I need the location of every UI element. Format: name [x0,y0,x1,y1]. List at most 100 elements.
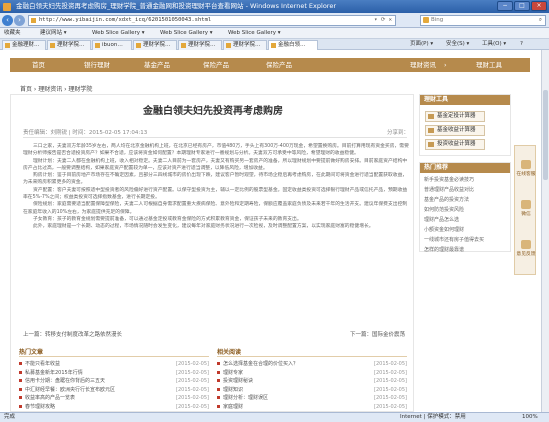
tab-favicon-icon [136,43,141,48]
feedback-icon [521,240,531,249]
safety-menu[interactable]: 安全(S) ▾ [446,39,469,50]
online-service-button[interactable]: 在线客服 [515,160,537,177]
list-item[interactable]: 理财知识 [2015-02-05] [217,386,407,395]
article-paragraph: 购房计划：鉴于目前房地产市场存在不确定因素，且部分三四线城市的房价出现下跌，建议… [23,173,408,186]
tab-bar: 金融理财… 理财学院… ibuon… 理财学院… 理财学院… 理财学院… 金融白… [0,39,549,50]
list-item[interactable]: 中汇财经早餐：欧洲央行行长宣布欧元区 [2015-02-05] [19,386,209,395]
tab-6[interactable]: 理财学院… [223,40,267,50]
fund-investment-calculator-button[interactable]: 基金定投计算器 [425,111,485,122]
investment-return-calculator-button[interactable]: 投资收益计算器 [425,139,485,150]
nav-home[interactable]: 首页 [32,58,45,72]
article-title: 金融白领夫妇先投资再考虑购房 [143,106,283,117]
site-favicon-icon [31,18,36,23]
maximize-button[interactable]: □ [514,1,530,11]
nav-fund-products[interactable]: 基金产品 [144,58,170,72]
tab-label: ibuon… [102,42,123,48]
favorites-button[interactable]: 收藏夹 [4,28,21,39]
sidebar: 理财工具 基金定投计算器 基金收益计算器 投资收益计算器 热门推荐 新手投资基金… [419,94,511,253]
article-body: 三口之家，夫妻双方年龄35岁左右，两人均在北京金融机构上班，在北京已经有房产，市… [23,143,411,231]
sidebar-link[interactable]: 一线城市还有房子值得去买 [424,235,484,245]
calculator-icon [428,114,434,119]
bullet-icon [217,396,220,399]
favorites-item-web-slice-2[interactable]: Web Slice Gallery ▾ [160,28,213,39]
article-paragraph: 资产配置：客户夫妻可按照适中型投资者的风险偏好进行资产配置。以保守型投资为主，辅… [23,187,408,201]
tab-4[interactable]: 理财学院… [133,40,177,50]
breadcrumb[interactable]: 首页 › 理财资讯 › 理财学院 [20,84,92,93]
tab-label: 金融白领… [278,42,306,48]
tab-1[interactable]: 金融理财… [2,40,46,50]
tab-3[interactable]: ibuon… [92,40,132,50]
favorites-item-web-slice-3[interactable]: Web Slice Gallery ▾ [228,28,281,39]
tab-label: 理财学院… [143,42,171,48]
list-item[interactable]: 信用卡分期：盘踞在你背后的三五天 [2015-02-05] [19,377,209,386]
help-menu[interactable]: ? [520,39,523,50]
tab-favicon-icon [181,43,186,48]
tab-label: 理财学院… [233,42,261,48]
minimize-button[interactable]: − [497,1,513,11]
address-toolbar: ‹ › http://www.yibaijin.com/xdxt_icq/620… [0,13,549,28]
search-icon[interactable]: ⌕ [539,16,542,25]
bullet-icon [19,362,22,365]
close-button[interactable]: × [531,1,547,11]
sidebar-link[interactable]: 新手投资基金必读技巧 [424,175,484,185]
sidebar-link[interactable]: 理财产品怎么选 [424,215,484,225]
tab-label: 理财学院… [188,42,216,48]
share-label[interactable]: 分享到： [387,128,409,136]
nav-insurance-1[interactable]: 保险产品 [203,58,229,72]
favorites-bar: 收藏夹 建议网站 ▾ Web Slice Gallery ▾ Web Slice… [0,28,549,39]
nav-insurance-2[interactable]: 保险产品 [266,58,292,72]
list-item[interactable]: 收益率高的产品一览表 [2015-02-05] [19,394,209,403]
article-paragraph: 理财计划：夫妻二人都在金融机构上班，收入相对稳定。夫妻二人目前为一套房产，夫妻又… [23,158,408,171]
sidebar-link[interactable]: 怎样的理财最靠谱 [424,245,484,255]
feedback-button[interactable]: 意见反馈 [515,240,537,257]
tab-favicon-icon [271,43,276,48]
list-item[interactable]: 家庭理财 [2015-02-05] [217,403,407,412]
next-article-link[interactable]: 下一篇：国际金价震荡 [350,330,405,338]
sidebar-link[interactable]: 小额资金如何理财 [424,225,484,235]
scrollbar-thumb[interactable] [543,90,548,180]
bullet-icon [217,387,220,391]
search-input[interactable]: Bing ⌕ [420,15,546,26]
window-title-bar: 金融白领夫妇先投资再考虑购房_理财学院_普通金融网和投资理财平台查看网站 - W… [0,0,549,13]
page-viewport: 首页 银行理财 基金产品 保险产品 保险产品 理财资讯 › 理财工具 首页 › … [0,50,541,412]
tab-7-active[interactable]: 金融白领… [268,40,318,50]
article-panel: 金融白领夫妇先投资再考虑购房 责任编辑：刘刚锐 | 时间：2015-02-05 … [10,94,414,412]
bullet-icon [19,370,22,374]
back-icon[interactable]: ‹ [2,15,13,26]
sidebar-link[interactable]: 普通理财产品收益对比 [424,185,484,195]
tab-2[interactable]: 理财学院… [47,40,91,50]
floating-toolbar: 在线客服 微信 意见反馈 [514,145,536,275]
address-url: http://www.yibaijin.com/xdxt_icq/6201501… [39,17,212,23]
forward-icon[interactable]: › [14,15,25,26]
zoom-level[interactable]: 100% [522,413,538,422]
prev-article-link[interactable]: 上一篇：转移支付制度改革之路依然漫长 [23,330,122,338]
sidebar-link[interactable]: 如何防范投资风险 [424,205,484,215]
address-input[interactable]: http://www.yibaijin.com/xdxt_icq/6201501… [28,15,396,26]
nav-bank-finance[interactable]: 银行理财 [84,58,110,72]
address-tools[interactable]: ▾ ⟳ ✕ [374,16,392,25]
tools-menu[interactable]: 工具(O) ▾ [482,39,506,50]
list-item[interactable]: 不能只看年收益 [2015-02-05] [19,360,209,369]
page-menu[interactable]: 页面(P) ▾ [410,39,433,50]
window-controls: − □ × [497,1,547,11]
nav-finance-tools[interactable]: 理财工具 [476,58,502,72]
list-item[interactable]: 理财分析：理财误区 [2015-02-05] [217,394,407,403]
bullet-icon [217,370,220,374]
bullet-icon [19,404,22,408]
list-item[interactable]: 春节理财攻略 [2015-02-05] [19,403,209,412]
nav-finance-news[interactable]: 理财资讯 [410,58,436,72]
list-item[interactable]: 投资理财秘诀 [2015-02-05] [217,377,407,386]
vertical-scrollbar[interactable] [541,50,549,412]
fund-return-calculator-button[interactable]: 基金收益计算器 [425,125,485,136]
tab-favicon-icon [95,43,100,48]
sidebar-link[interactable]: 基金产品的投资方法 [424,195,484,205]
list-item[interactable]: 怎么选择基金在合理的价位买入？ [2015-02-05] [217,360,407,369]
tab-5[interactable]: 理财学院… [178,40,222,50]
favorites-item-web-slice-1[interactable]: Web Slice Gallery ▾ [92,28,145,39]
hot-articles-list: 不能只看年收益 [2015-02-05] 私募基金新年2015年行情 [2015-0… [19,360,209,411]
wechat-button[interactable]: 微信 [515,200,537,217]
list-item[interactable]: 理财专家 [2015-02-05] [217,369,407,378]
favorites-item-suggested[interactable]: 建议网站 ▾ [40,28,67,39]
list-item[interactable]: 私募基金新年2015年行情 [2015-02-05] [19,369,209,378]
bullet-icon [19,396,22,399]
